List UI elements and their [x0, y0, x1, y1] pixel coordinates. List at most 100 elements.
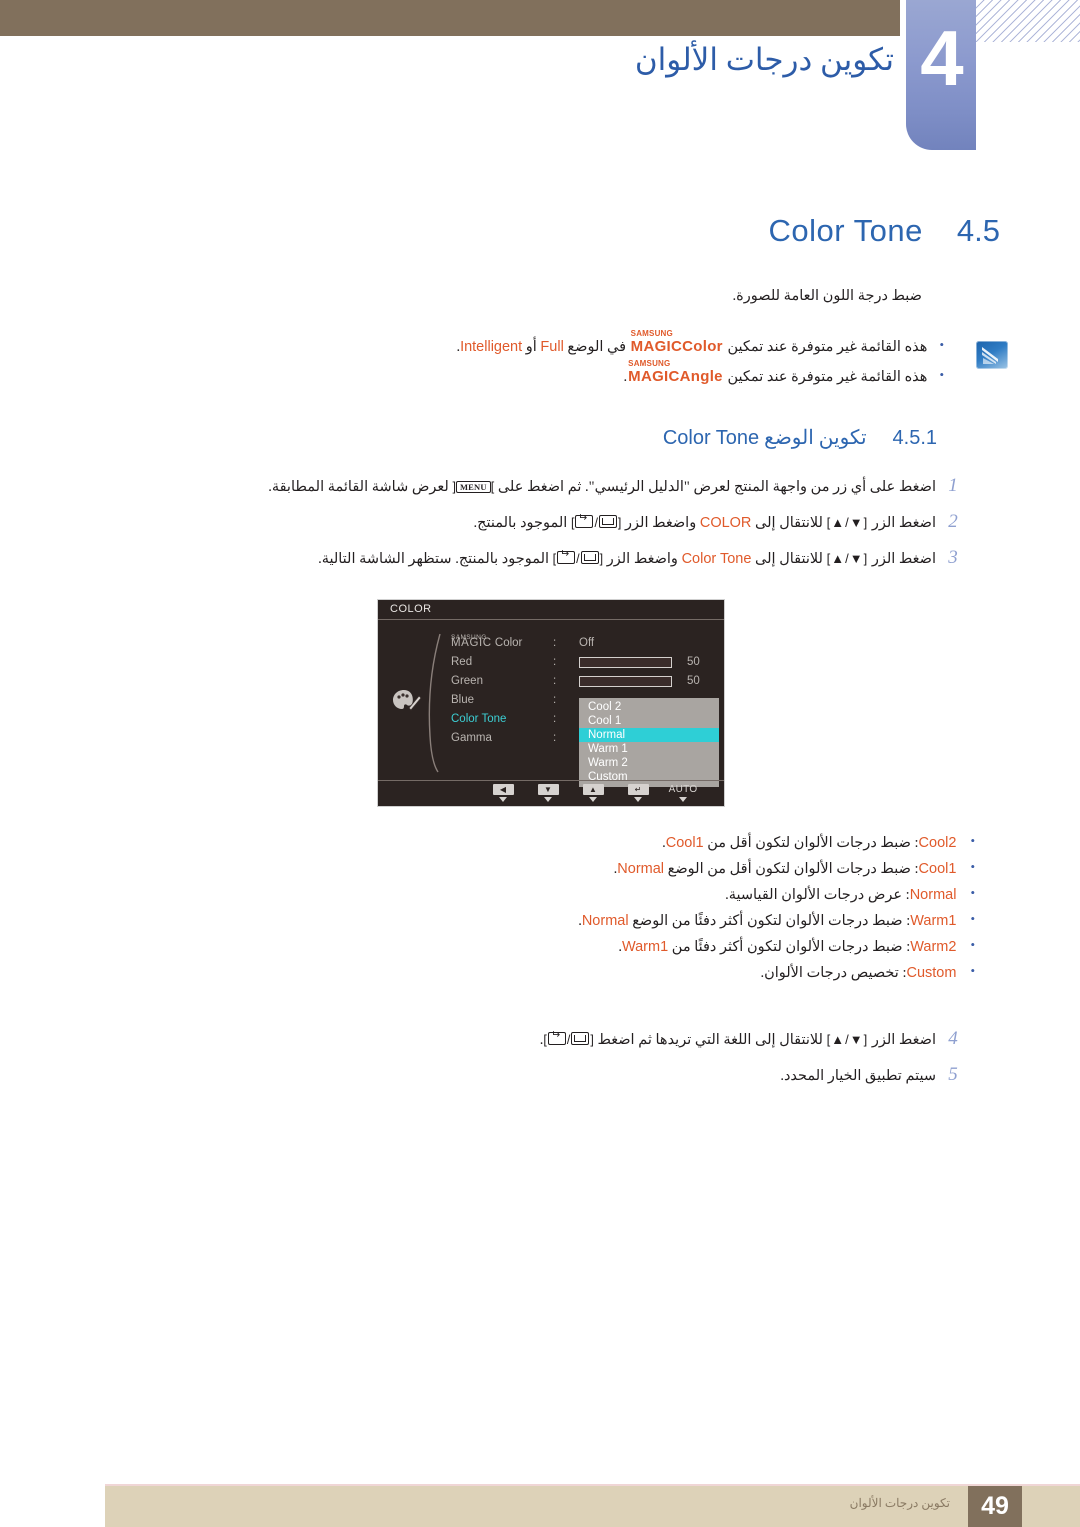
osd-auto-button[interactable]: AUTO — [668, 783, 698, 802]
step-part: واضغط الزر — [606, 551, 678, 567]
step-number: 5 — [948, 1064, 958, 1085]
osd-screenshot: COLOR SAMSUNG MAGIC Color : Off Red: 50… — [377, 599, 725, 807]
osd-down-button[interactable]: ▼ — [535, 784, 561, 802]
step-item: 5 سيتم تطبيق الخيار المحدد. — [180, 1064, 970, 1086]
osd-value: Off — [579, 637, 595, 649]
arrow-keys-icon: [▲/▼] — [826, 551, 869, 566]
dropdown-option-cool1[interactable]: Cool 1 — [579, 714, 719, 728]
osd-enter-button[interactable]: ↵ — [625, 784, 651, 802]
option-text: Custom: تخصيص درجات الألوان. — [760, 965, 956, 982]
magic-superscript: SAMSUNG — [628, 359, 671, 368]
dropdown-option-cool2[interactable]: Cool 2 — [579, 700, 719, 714]
down-arrow-icon: ▼ — [537, 784, 559, 795]
osd-bottombar: ◀ ▼ ▲ ↵ AUTO — [378, 780, 724, 806]
osd-label: Color Tone — [451, 713, 507, 725]
rect-key-icon — [580, 551, 599, 564]
section-intro: ضبط درجة اللون العامة للصورة. — [732, 288, 922, 304]
option-item: • Warm2: ضبط درجات الألوان لتكون أكثر دف… — [185, 938, 975, 956]
enter-key-icon — [575, 515, 594, 528]
osd-power-button[interactable]: ⏻ — [715, 784, 725, 802]
osd-label: Gamma — [451, 732, 492, 744]
header-brown-bar — [0, 0, 900, 36]
tick-marker-icon — [499, 797, 507, 802]
step-part: واضغط الزر — [625, 515, 697, 531]
osd-colon: : — [553, 713, 557, 725]
magic-main: MAGIC — [630, 338, 683, 355]
osd-colon: : — [553, 637, 557, 649]
step-part: اضغط الزر — [871, 551, 936, 567]
option-item: • Warm1: ضبط درجات الألوان لتكون أكثر دف… — [185, 911, 975, 930]
tick-marker-icon — [589, 797, 597, 802]
arrow-keys-icon: [▲/▼] — [826, 1032, 869, 1047]
option-name: Cool2 — [918, 835, 957, 851]
step-part: الموجود بالمنتج. — [473, 515, 568, 531]
magic-main: MAGIC — [628, 368, 680, 385]
osd-value: 50 — [687, 675, 700, 687]
osd-colon: : — [553, 694, 557, 706]
subsection-title-ar: تكوين الوضع — [764, 427, 867, 449]
dropdown-option-warm2[interactable]: Warm 2 — [579, 756, 719, 770]
key-group: [/] — [571, 515, 621, 530]
osd-left-button[interactable]: ◀ — [490, 784, 516, 802]
subsection-title: تكوين الوضع Color Tone — [663, 425, 867, 450]
bullet-icon: • — [970, 885, 975, 900]
dropdown-option-normal[interactable]: Normal — [579, 728, 719, 742]
osd-row-green[interactable]: Green : 50 — [451, 672, 713, 691]
subsection-heading: تكوين الوضع Color Tone 4.5.1 — [663, 425, 937, 450]
osd-row-magiccolor[interactable]: SAMSUNG MAGIC Color : Off — [451, 634, 713, 653]
osd-up-button[interactable]: ▲ — [580, 784, 606, 802]
step-number: 4 — [948, 1028, 958, 1049]
step-part: اضغط الزر — [871, 515, 936, 531]
option-name: Normal — [909, 887, 957, 903]
option-item: • Normal: عرض درجات الألوان القياسية. — [185, 885, 975, 904]
step-text: سيتم تطبيق الخيار المحدد. — [780, 1068, 936, 1084]
dropdown-option-warm1[interactable]: Warm 1 — [579, 742, 719, 756]
tick-marker-icon — [679, 797, 687, 802]
option-text: Cool2: ضبط درجات الألوان لتكون أقل من Co… — [662, 835, 956, 852]
option-text: Cool1: ضبط درجات الألوان لتكون أقل من ال… — [614, 861, 957, 878]
options-list: • Cool2: ضبط درجات الألوان لتكون أقل من … — [185, 834, 975, 991]
step-text: اضغط الزر [▲/▼] للانتقال إلى اللغة التي … — [540, 1032, 936, 1049]
osd-colon: : — [553, 675, 557, 687]
auto-label-icon: AUTO — [668, 783, 698, 795]
step-text: اضغط الزر [▲/▼] للانتقال إلى COLOR واضغط… — [473, 515, 936, 532]
magic-suffix: Angle — [679, 368, 723, 385]
enter-key-icon — [557, 551, 576, 564]
option-desc: تخصيص درجات الألوان. — [760, 965, 899, 981]
step-number: 1 — [948, 475, 958, 496]
power-icon: ⏻ — [713, 784, 725, 795]
note-pre: هذه القائمة غير متوفرة عند تمكين — [727, 339, 928, 355]
step-text: اضغط على أي زر من واجهة المنتج لعرض "الد… — [268, 479, 936, 496]
note-item: • هذه القائمة غير متوفرة عند تمكين SAMSU… — [210, 359, 990, 386]
magic-superscript: SAMSUNG — [630, 329, 673, 338]
footer-chapter-label: تكوين درجات الألوان — [849, 1496, 950, 1510]
option-ref: Warm1 — [621, 939, 669, 955]
osd-label-text: Color — [494, 637, 523, 649]
enter-arrow-icon: ↵ — [627, 784, 649, 795]
option-text: Warm2: ضبط درجات الألوان لتكون أكثر دفئً… — [618, 939, 956, 956]
bullet-icon: • — [970, 911, 975, 926]
bullet-icon: • — [939, 337, 944, 352]
option-item: • Cool1: ضبط درجات الألوان لتكون أقل من … — [185, 860, 975, 878]
option-desc: ضبط درجات الألوان لتكون أكثر دفئًا من — [671, 939, 903, 955]
palette-icon — [392, 688, 422, 714]
step-part: اضغط على أي زر من واجهة المنتج لعرض "الد… — [497, 479, 936, 495]
osd-row-red[interactable]: Red : 50 — [451, 653, 713, 672]
osd-dropdown-colortone[interactable]: Cool 2 Cool 1 Normal Warm 1 Warm 2 Custo… — [579, 698, 719, 787]
osd-curve-decoration — [426, 632, 444, 774]
option-desc: ضبط درجات الألوان لتكون أكثر دفئًا من ال… — [632, 913, 903, 929]
osd-slider-green[interactable] — [579, 676, 672, 687]
note-mid: في الوضع — [567, 339, 627, 355]
magic-suffix: Color — [682, 338, 723, 355]
header-hatch-pattern — [975, 0, 1080, 42]
option-name: Warm1 — [910, 913, 957, 929]
osd-slider-red[interactable] — [579, 657, 672, 668]
osd-titlebar: COLOR — [378, 600, 724, 620]
step-text: اضغط الزر [▲/▼] للانتقال إلى Color Tone … — [318, 551, 936, 568]
step-part: الموجود بالمنتج. ستظهر الشاشة التالية. — [318, 551, 550, 567]
option-item: • Cool2: ضبط درجات الألوان لتكون أقل من … — [185, 834, 975, 852]
note-term-full: Full — [540, 339, 564, 355]
tick-marker-icon — [724, 797, 725, 802]
osd-colon: : — [553, 656, 557, 668]
step-part: للانتقال إلى — [755, 551, 823, 567]
